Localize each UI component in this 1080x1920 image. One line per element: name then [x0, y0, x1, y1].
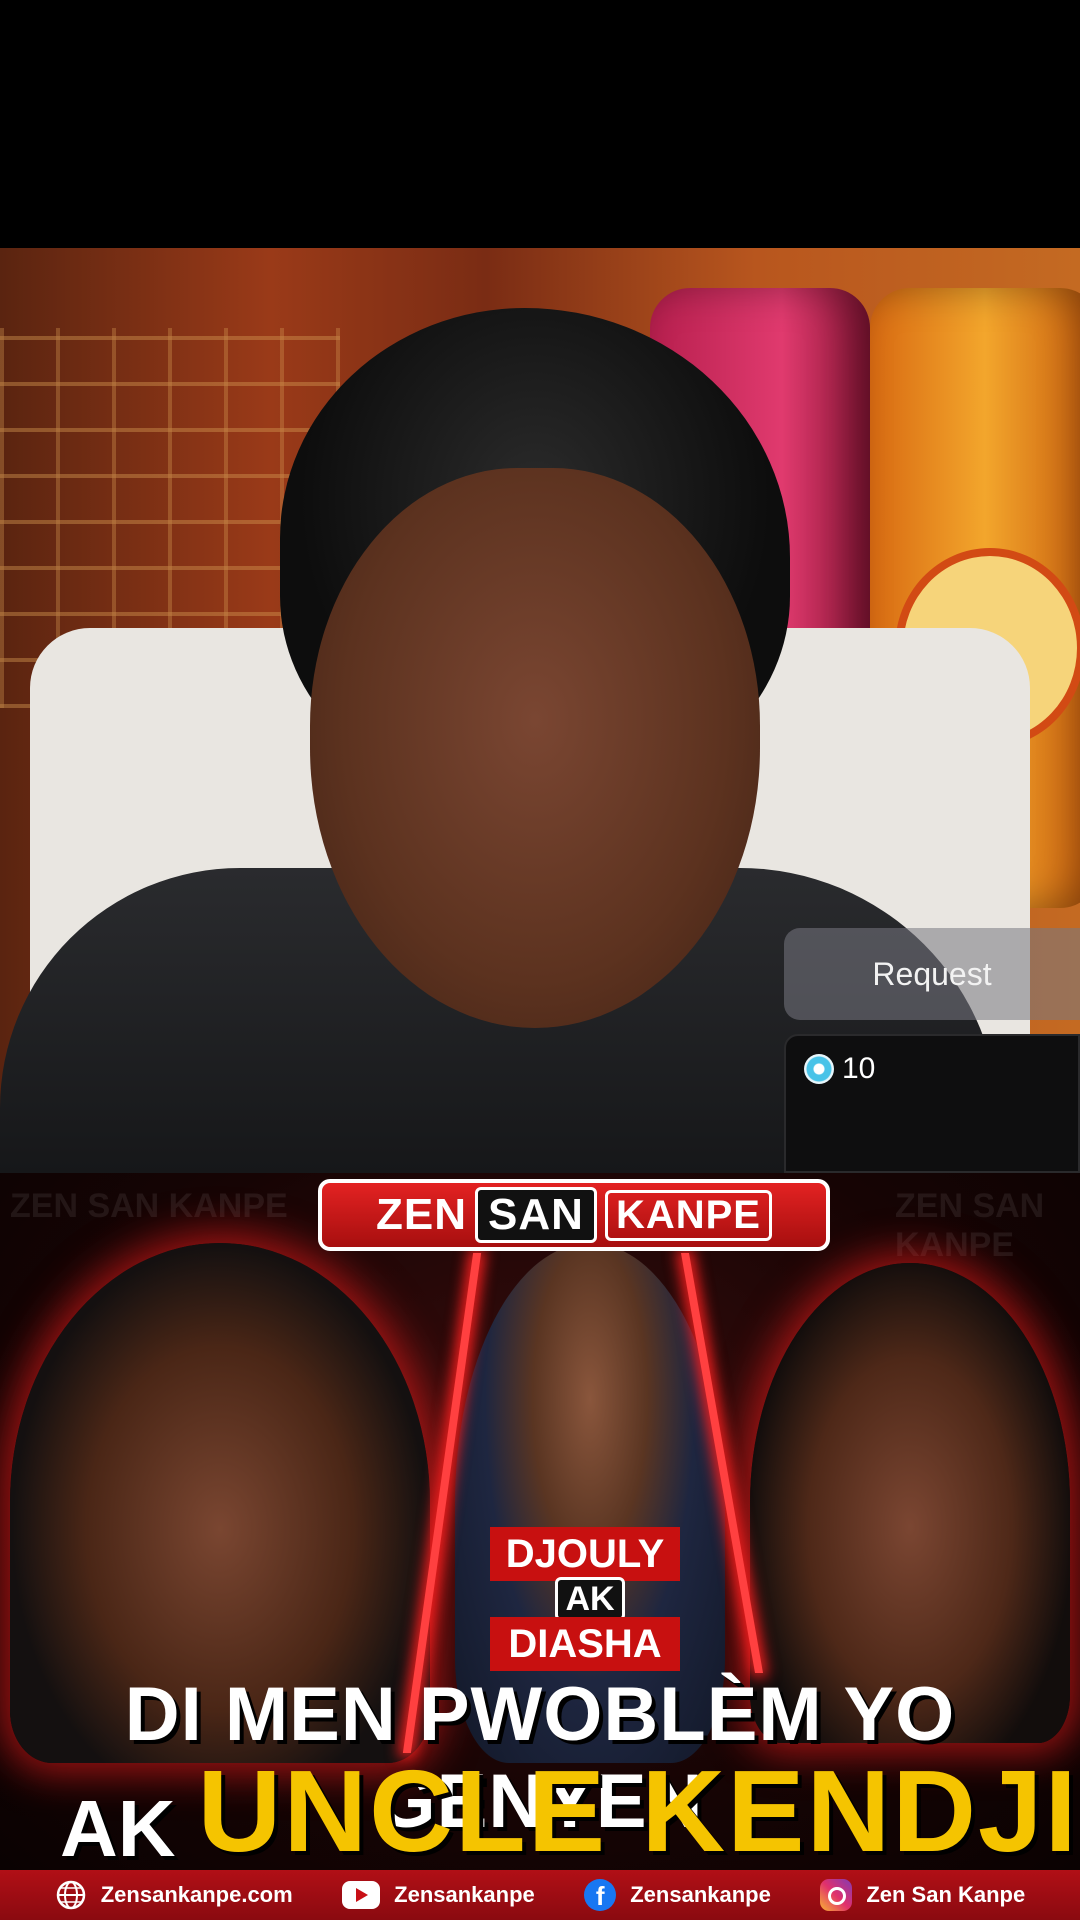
social-website[interactable]: Zensankanpe.com [55, 1879, 293, 1911]
watermark-left: ZEN SAN KANPE [10, 1187, 288, 1225]
headline-name: UNCLE KENDJI [197, 1746, 1079, 1870]
instagram-icon [820, 1879, 853, 1911]
watermark-right: ZEN SAN KANPE [895, 1187, 1045, 1264]
social-youtube[interactable]: Zensankanpe [342, 1881, 535, 1909]
coin-row: 10 [804, 1052, 875, 1086]
facebook-label: Zensankanpe [630, 1882, 771, 1907]
brand-logo: ZEN SAN KANPE [318, 1179, 830, 1251]
name-tag-conjunction: AK [555, 1577, 625, 1621]
headline-line-2: AK UNCLE KENDJI [60, 1739, 1079, 1869]
website-label: Zensankanpe.com [100, 1882, 293, 1907]
video-thumbnail-banner: ZEN SAN KANPE ZEN SAN KANPE ZEN SAN KANP… [0, 1173, 1080, 1870]
social-footer: Zensankanpe.com Zensankanpe f Zensankanp… [0, 1870, 1080, 1920]
social-instagram[interactable]: Zen San Kanpe [820, 1879, 1025, 1911]
top-letterbox [0, 0, 1080, 248]
gift-coin-card[interactable]: 10 [784, 1034, 1080, 1173]
globe-icon [56, 1880, 85, 1910]
brand-part-3: KANPE [604, 1189, 772, 1241]
youtube-icon [342, 1881, 381, 1909]
instagram-label: Zen San Kanpe [866, 1882, 1026, 1907]
brand-part-1: ZEN [376, 1190, 468, 1239]
facebook-icon: f [584, 1879, 617, 1911]
request-button-label: Request [872, 955, 992, 992]
streamer-face [310, 468, 760, 1028]
brand-part-2: SAN [475, 1187, 597, 1243]
social-facebook[interactable]: f Zensankanpe [584, 1879, 771, 1911]
diamond-coin-icon [804, 1054, 834, 1084]
request-button[interactable]: Request [784, 928, 1080, 1020]
name-tag-1: DJOULY [490, 1527, 680, 1581]
headline-prefix: AK [60, 1784, 176, 1870]
coin-count: 10 [842, 1052, 876, 1085]
name-tag-2: DIASHA [490, 1617, 680, 1671]
youtube-label: Zensankanpe [394, 1882, 535, 1907]
